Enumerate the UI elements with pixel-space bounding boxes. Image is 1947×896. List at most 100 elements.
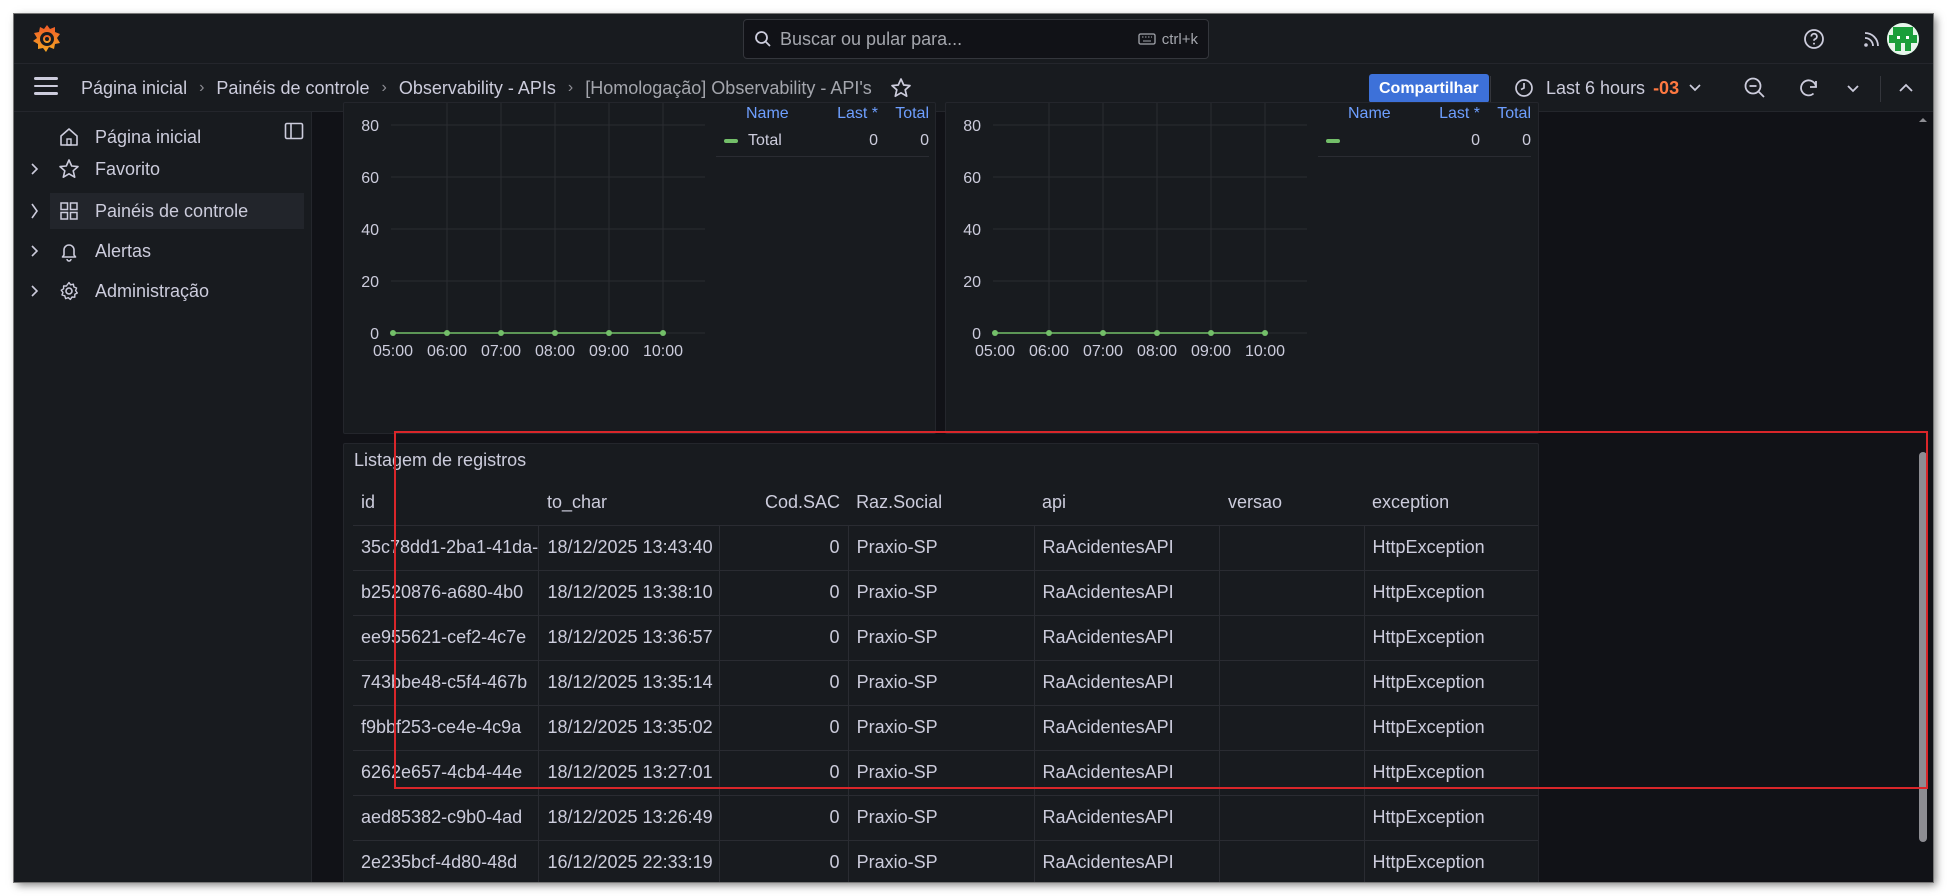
legend-series-name: Total [748, 131, 782, 149]
legend-last-value: 0 [1471, 131, 1480, 149]
data-point[interactable] [444, 330, 450, 336]
x-tick-label: 05:00 [975, 343, 1015, 360]
time-series-panel[interactable]: 0 20 40 60 80 05:00 06:00 07:00 08:00 09:00 10:00 … [945, 102, 1539, 434]
sidebar-item-home[interactable]: Página inicial [14, 119, 304, 155]
data-point[interactable] [498, 330, 504, 336]
x-tick-label: 10:00 [643, 343, 683, 360]
sidebar-item-administration[interactable]: Administração [14, 273, 304, 309]
legend-total-value: 0 [920, 131, 929, 149]
table-cell-api: RaAcidentesAPI [1034, 660, 1221, 706]
legend-header: Name Last * Total [716, 103, 929, 125]
sidebar-item-dashboards[interactable]: Painéis de controle [50, 193, 304, 229]
sidebar-item-favorites[interactable]: Favorito [14, 151, 304, 187]
data-point[interactable] [1046, 330, 1052, 336]
table-cell-api: RaAcidentesAPI [1034, 570, 1221, 616]
column-header-exception[interactable]: exception [1364, 480, 1538, 526]
chevron-right-icon[interactable] [30, 284, 40, 298]
data-point[interactable] [1154, 330, 1160, 336]
legend-header-last[interactable]: Last * [1410, 105, 1480, 123]
table-cell-to-char: 18/12/2025 13:36:57 [538, 615, 721, 661]
timezone-label: -03 [1653, 77, 1680, 98]
column-header-versao[interactable]: versao [1219, 480, 1365, 526]
table-row[interactable]: f9bbf253-ce4e-4c9a 18/12/2025 13:35:02 0 Pr… [353, 705, 1538, 751]
breadcrumb-current: [Homologação] Observability - API's [585, 77, 872, 98]
table-cell-versao [1219, 570, 1365, 616]
table-row[interactable]: b2520876-a680-4b0 18/12/2025 13:38:10 0 Pra… [353, 570, 1538, 616]
scroll-up-icon[interactable] [1916, 114, 1930, 126]
rss-icon[interactable] [1859, 26, 1885, 52]
table-cell-to-char: 18/12/2025 13:43:40 [538, 525, 721, 571]
table-cell-id: f9bbf253-ce4e-4c9a [353, 705, 540, 751]
legend-header-name[interactable]: Name [1318, 105, 1410, 123]
home-icon [60, 128, 78, 146]
data-point[interactable] [992, 330, 998, 336]
legend-header-name[interactable]: Name [716, 105, 808, 123]
column-header-to-char[interactable]: to_char [538, 480, 720, 526]
column-header-api[interactable]: api [1034, 480, 1220, 526]
legend-row[interactable]: 0 0 [1318, 125, 1531, 157]
grafana-logo-icon[interactable] [30, 22, 64, 56]
help-icon[interactable] [1801, 26, 1827, 52]
chart-legend: Name Last * Total Total 0 0 [716, 103, 929, 157]
time-range-picker[interactable]: Last 6 hours -03 [1514, 64, 1701, 112]
share-button[interactable]: Compartilhar [1369, 74, 1489, 103]
data-point[interactable] [606, 330, 612, 336]
chevron-right-icon[interactable] [30, 244, 40, 258]
data-point[interactable] [1100, 330, 1106, 336]
table-cell-cod-sac: 0 [719, 570, 849, 616]
data-point[interactable] [390, 330, 396, 336]
chevron-right-icon[interactable] [30, 162, 40, 176]
grafana-window: Buscar ou pular para... ctrl+k Página in… [14, 14, 1933, 882]
table-row[interactable]: 2e235bcf-4d80-48d 16/12/2025 22:33:19 0 Pra… [353, 840, 1538, 882]
legend-header-last[interactable]: Last * [808, 105, 878, 123]
table-cell-cod-sac: 0 [719, 525, 849, 571]
data-point[interactable] [660, 330, 666, 336]
table-row[interactable]: 6262e657-4cb4-44e 18/12/2025 13:27:01 0 Pra… [353, 750, 1538, 796]
time-series-panel[interactable]: 0 20 40 60 80 05:00 06:00 07:00 08:00 09:00 10:00 … [343, 102, 936, 434]
table-cell-cod-sac: 0 [719, 615, 849, 661]
column-header-cod-sac[interactable]: Cod.SAC [719, 480, 849, 526]
breadcrumb-dashboards[interactable]: Painéis de controle [216, 78, 369, 99]
column-header-id[interactable]: id [353, 480, 539, 526]
star-icon[interactable] [890, 77, 912, 99]
table-row[interactable]: 743bbe48-c5f4-467b 18/12/2025 13:35:14 0 Pr… [353, 660, 1538, 706]
chevron-up-icon[interactable] [1893, 75, 1919, 101]
table-row[interactable]: aed85382-c9b0-4ad 18/12/2025 13:26:49 0 Pra… [353, 795, 1538, 841]
chevron-right-icon[interactable] [30, 193, 40, 229]
menu-toggle-icon[interactable] [34, 77, 58, 97]
table-cell-to-char: 16/12/2025 22:33:19 [538, 840, 721, 882]
panel-title: Listagem de registros [354, 450, 527, 470]
scroll-thumb[interactable] [1919, 452, 1927, 842]
breadcrumb-home[interactable]: Página inicial [81, 78, 187, 99]
legend-header-total[interactable]: Total [1480, 105, 1531, 123]
column-header-raz-social[interactable]: Raz.Social [848, 480, 1035, 526]
data-point[interactable] [1208, 330, 1214, 336]
x-tick-label: 10:00 [1245, 343, 1285, 360]
y-tick-label: 40 [963, 222, 981, 239]
search-input[interactable]: Buscar ou pular para... ctrl+k [743, 19, 1209, 59]
avatar[interactable] [1887, 23, 1919, 55]
refresh-interval-chevron-down-icon[interactable] [1840, 75, 1866, 101]
table-cell-versao [1219, 660, 1365, 706]
sidebar-item-alerts[interactable]: Alertas [14, 233, 304, 269]
zoom-out-icon[interactable] [1742, 75, 1768, 101]
table-cell-exception: HttpException [1364, 840, 1538, 882]
breadcrumb-folder[interactable]: Observability - APIs [399, 78, 556, 99]
table-row[interactable]: ee955621-cef2-4c7e 18/12/2025 13:36:57 0 Pr… [353, 615, 1538, 661]
table-cell-id: 743bbe48-c5f4-467b [353, 660, 540, 706]
sidebar-item-label: Painéis de controle [95, 200, 249, 221]
table-row[interactable]: 35c78dd1-2ba1-41da- 18/12/2025 13:43:40 0 P… [353, 525, 1538, 571]
table-header-row: id to_char Cod.SAC Raz.Social api versao excep… [353, 480, 1538, 526]
table-cell-to-char: 18/12/2025 13:35:14 [538, 660, 721, 706]
refresh-icon[interactable] [1796, 75, 1822, 101]
legend-header-total[interactable]: Total [878, 105, 929, 123]
legend-row[interactable]: Total 0 0 [716, 125, 929, 157]
data-point[interactable] [552, 330, 558, 336]
table-cell-versao [1219, 705, 1365, 751]
data-point[interactable] [1262, 330, 1268, 336]
search-shortcut-label: ctrl+k [1161, 30, 1198, 48]
sidebar-item-label: Favorito [95, 158, 161, 179]
legend-header: Name Last * Total [1318, 103, 1531, 125]
scrollbar[interactable] [1916, 112, 1930, 882]
keyboard-icon [1138, 33, 1156, 45]
